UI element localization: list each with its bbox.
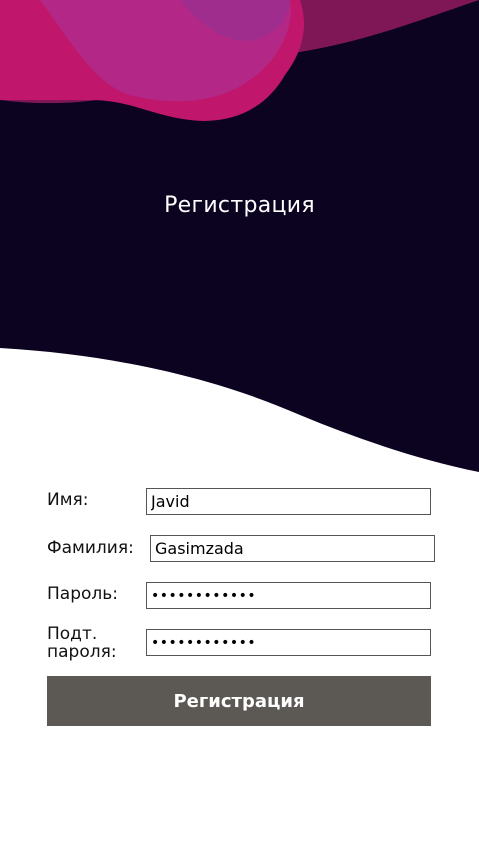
password-input[interactable] bbox=[146, 582, 431, 609]
header-banner: Регистрация bbox=[0, 0, 479, 480]
last-name-input[interactable] bbox=[150, 535, 435, 562]
last-name-label: Фамилия: bbox=[47, 538, 134, 558]
password-confirm-label-line2: пароля: bbox=[47, 642, 117, 662]
first-name-label: Имя: bbox=[47, 490, 89, 510]
register-button[interactable]: Регистрация bbox=[47, 676, 431, 726]
password-confirm-input[interactable] bbox=[146, 629, 431, 656]
password-label: Пароль: bbox=[47, 584, 119, 604]
page-title: Регистрация bbox=[164, 193, 315, 218]
password-confirm-label: Подт. пароля: bbox=[47, 625, 117, 661]
header-background-art bbox=[0, 0, 479, 472]
first-name-input[interactable] bbox=[146, 488, 431, 515]
password-confirm-label-line1: Подт. bbox=[47, 624, 98, 644]
